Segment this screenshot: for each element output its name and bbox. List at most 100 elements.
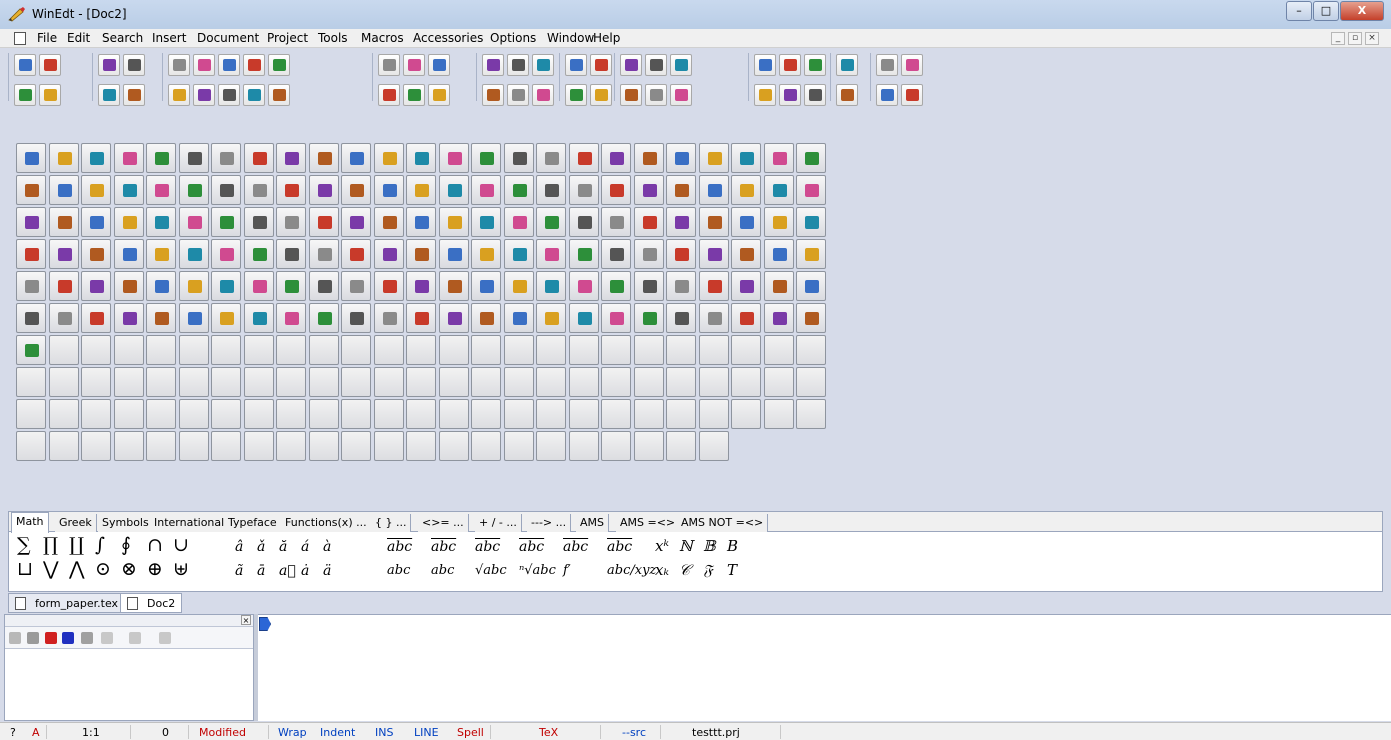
macro-button[interactable] (601, 143, 631, 173)
toolbar-button[interactable] (243, 54, 265, 76)
macro-button[interactable] (536, 271, 566, 301)
empty-macro-button[interactable] (179, 431, 209, 461)
macro-button[interactable] (569, 271, 599, 301)
palette-tab-operators[interactable]: + / - ... (475, 514, 522, 532)
macro-button[interactable] (244, 303, 274, 333)
macro-button[interactable] (211, 207, 241, 237)
toolbar-button[interactable] (645, 54, 667, 76)
toolbar-button[interactable] (779, 54, 801, 76)
macro-button[interactable] (179, 143, 209, 173)
empty-macro-button[interactable] (276, 431, 306, 461)
empty-macro-button[interactable] (309, 431, 339, 461)
palette-tab-relations[interactable]: <>= ... (418, 514, 469, 532)
toolbar-button[interactable] (754, 54, 776, 76)
macro-button[interactable] (374, 271, 404, 301)
macro-button[interactable] (569, 303, 599, 333)
empty-macro-button[interactable] (666, 367, 696, 397)
toolbar-button[interactable] (428, 84, 450, 106)
macro-button[interactable] (634, 303, 664, 333)
macro-button[interactable] (439, 175, 469, 205)
empty-macro-button[interactable] (276, 367, 306, 397)
status-a[interactable]: A (32, 726, 40, 739)
macro-button[interactable] (211, 239, 241, 269)
tree-icon[interactable] (9, 632, 21, 644)
empty-macro-button[interactable] (374, 335, 404, 365)
empty-macro-button[interactable] (114, 367, 144, 397)
macro-button[interactable] (699, 271, 729, 301)
macro-button[interactable] (439, 239, 469, 269)
palette-symbol[interactable]: ∩ (147, 534, 163, 556)
toolbar-button[interactable] (836, 54, 858, 76)
palette-tab-ams-not[interactable]: AMS NOT =<> (677, 514, 769, 532)
toolbar-button[interactable] (590, 84, 612, 106)
macro-button[interactable] (114, 175, 144, 205)
palette-symbol[interactable]: ∐ (69, 534, 84, 556)
palette-symbol[interactable]: ∮ (121, 534, 131, 556)
palette-symbol[interactable]: 𝒞 (679, 561, 690, 579)
palette-tab-arrows[interactable]: ---> ... (527, 514, 572, 532)
macro-button[interactable] (666, 271, 696, 301)
palette-wide-accent[interactable]: abc/xyz (607, 563, 656, 578)
empty-macro-button[interactable] (244, 335, 274, 365)
macro-button[interactable] (634, 239, 664, 269)
empty-macro-button[interactable] (211, 399, 241, 429)
toolbar-button[interactable] (507, 54, 529, 76)
macro-button[interactable] (146, 239, 176, 269)
macro-button[interactable] (764, 175, 794, 205)
macro-button[interactable] (796, 175, 826, 205)
empty-macro-button[interactable] (276, 335, 306, 365)
macro-button[interactable] (309, 175, 339, 205)
palette-symbol[interactable]: ⊙ (95, 558, 111, 580)
menu-insert[interactable]: Insert (152, 31, 186, 45)
macro-button[interactable] (374, 175, 404, 205)
empty-macro-button[interactable] (244, 431, 274, 461)
empty-macro-button[interactable] (764, 367, 794, 397)
macro-button[interactable] (81, 239, 111, 269)
macro-button[interactable] (536, 175, 566, 205)
toolbar-button[interactable] (168, 54, 190, 76)
macro-button[interactable] (81, 207, 111, 237)
tree-view[interactable] (5, 649, 253, 719)
palette-symbol[interactable]: xₖ (655, 561, 669, 579)
toolbar-button[interactable] (645, 84, 667, 106)
macro-button[interactable] (601, 303, 631, 333)
macro-button[interactable] (81, 303, 111, 333)
menu-help[interactable]: Help (593, 31, 620, 45)
macro-button[interactable] (666, 303, 696, 333)
palette-wide-accent[interactable]: abc (387, 539, 412, 555)
empty-macro-button[interactable] (471, 431, 501, 461)
empty-macro-button[interactable] (146, 431, 176, 461)
palette-symbol[interactable]: ⋁ (43, 558, 59, 580)
menu-document[interactable]: Document (197, 31, 259, 45)
toolbar-button[interactable] (98, 84, 120, 106)
menu-tools[interactable]: Tools (318, 31, 348, 45)
empty-macro-button[interactable] (276, 399, 306, 429)
macro-button[interactable] (211, 303, 241, 333)
empty-macro-button[interactable] (146, 367, 176, 397)
macro-button[interactable] (244, 239, 274, 269)
palette-tab-international[interactable]: International (150, 514, 230, 532)
macro-button[interactable] (439, 207, 469, 237)
macro-button[interactable] (146, 143, 176, 173)
macro-button[interactable] (731, 271, 761, 301)
toolbar-button[interactable] (876, 84, 898, 106)
palette-accent[interactable]: ǎ (257, 539, 265, 555)
toolbar-button[interactable] (779, 84, 801, 106)
empty-macro-button[interactable] (569, 367, 599, 397)
empty-macro-button[interactable] (731, 367, 761, 397)
macro-button[interactable] (179, 207, 209, 237)
status-spell[interactable]: Spell (457, 726, 484, 739)
empty-macro-button[interactable] (49, 399, 79, 429)
empty-macro-button[interactable] (536, 399, 566, 429)
macro-button[interactable] (504, 271, 534, 301)
palette-symbol[interactable]: ∪ (173, 534, 189, 556)
empty-macro-button[interactable] (49, 431, 79, 461)
status-indent[interactable]: Indent (320, 726, 355, 739)
open-folder-icon[interactable] (101, 632, 113, 644)
palette-symbol[interactable]: B (727, 537, 738, 555)
mdi-restore-button[interactable]: ▫ (1348, 32, 1362, 45)
empty-macro-button[interactable] (374, 399, 404, 429)
macro-button[interactable] (569, 239, 599, 269)
empty-macro-button[interactable] (569, 335, 599, 365)
macro-button[interactable] (699, 239, 729, 269)
